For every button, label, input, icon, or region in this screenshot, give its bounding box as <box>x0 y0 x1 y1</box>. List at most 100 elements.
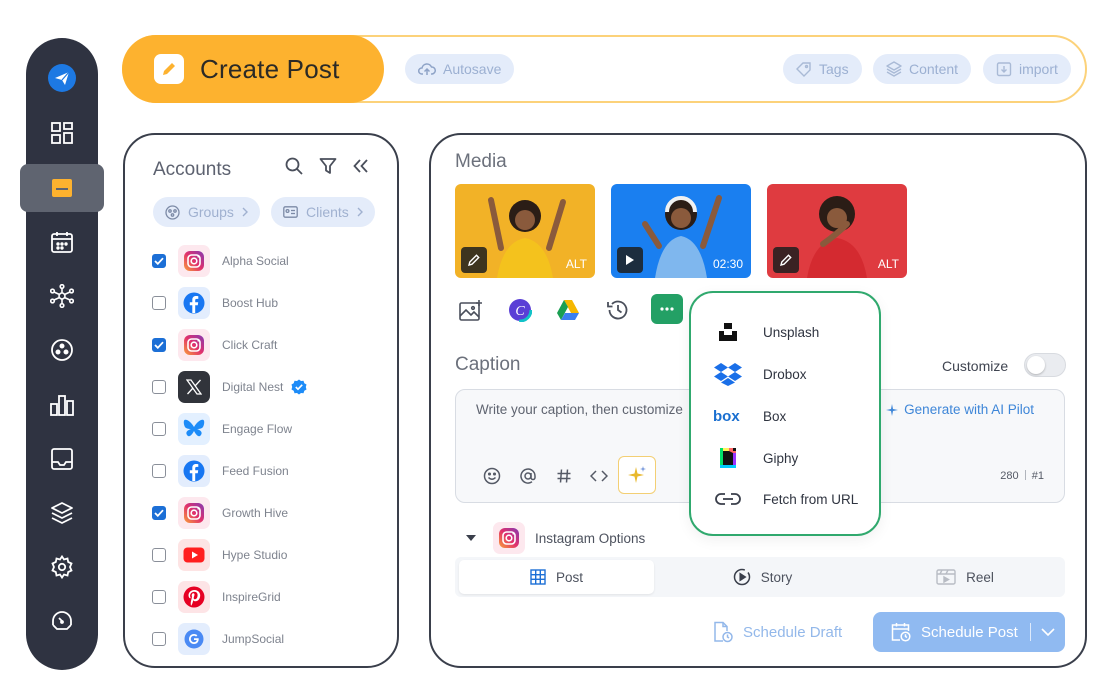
menu-item-label: Fetch from URL <box>763 491 859 507</box>
canva-button[interactable]: C <box>505 295 535 325</box>
account-row[interactable]: Digital Nest <box>152 370 307 404</box>
content-button[interactable]: Content <box>873 54 972 84</box>
edit-media-button[interactable] <box>461 247 487 273</box>
nav-support[interactable] <box>42 601 82 641</box>
account-checkbox[interactable] <box>152 338 166 352</box>
account-checkbox[interactable] <box>152 254 166 268</box>
nav-dashboard[interactable] <box>42 113 82 153</box>
nav-analytics[interactable] <box>42 385 82 425</box>
more-sources-button[interactable] <box>651 294 683 324</box>
account-checkbox[interactable] <box>152 590 166 604</box>
account-checkbox[interactable] <box>152 632 166 646</box>
nav-community[interactable] <box>42 330 82 370</box>
tab-story[interactable]: Story <box>665 560 860 594</box>
account-row[interactable]: Engage Flow <box>152 412 292 446</box>
nav-inbox[interactable] <box>42 439 82 479</box>
nav-layers[interactable] <box>42 493 82 533</box>
svg-text:C: C <box>515 304 525 319</box>
generate-ai-label: Generate with AI Pilot <box>904 402 1034 417</box>
menu-item-dropbox[interactable]: Drobox <box>713 359 807 389</box>
account-row[interactable]: JumpSocial <box>152 622 284 656</box>
post-editor-icon <box>52 179 72 197</box>
clients-filter-pill[interactable]: Clients <box>271 197 375 227</box>
nav-settings[interactable] <box>42 547 82 587</box>
google-drive-button[interactable] <box>553 295 583 325</box>
chevron-right-icon <box>357 207 363 217</box>
tab-reel[interactable]: Reel <box>870 560 1060 594</box>
menu-item-unsplash[interactable]: Unsplash <box>713 317 819 347</box>
schedule-draft-button[interactable]: Schedule Draft <box>713 621 842 643</box>
accounts-panel: Accounts Groups Clients Alpha Social Boos… <box>123 133 399 668</box>
community-dots-icon <box>51 339 73 361</box>
account-checkbox[interactable] <box>152 548 166 562</box>
account-row[interactable]: Growth Hive <box>152 496 288 530</box>
edit-media-button[interactable] <box>773 247 799 273</box>
button-divider <box>1029 623 1031 641</box>
account-checkbox[interactable] <box>152 464 166 478</box>
tab-post[interactable]: Post <box>459 560 654 594</box>
emoji-button[interactable] <box>480 464 504 488</box>
instagram-format-tabs: Post Story Reel <box>455 557 1065 597</box>
bluesky-butterfly-icon <box>178 413 210 445</box>
media-title: Media <box>455 151 507 172</box>
mention-button[interactable] <box>516 464 540 488</box>
chevron-down-icon[interactable] <box>1041 628 1055 636</box>
cloud-upload-icon <box>418 63 436 75</box>
collapse-double-chevron-icon[interactable] <box>353 159 369 173</box>
pencil-edit-icon <box>780 254 792 266</box>
page-title: Create Post <box>200 53 340 84</box>
import-button[interactable]: import <box>983 54 1071 84</box>
tags-button[interactable]: Tags <box>783 54 862 84</box>
create-post-header: Create Post Autosave Tags Content import <box>122 35 1087 103</box>
menu-item-label: Giphy <box>763 450 799 466</box>
account-row[interactable]: InspireGrid <box>152 580 281 614</box>
instagram-options-header[interactable]: Instagram Options <box>465 522 645 554</box>
nav-calendar[interactable] <box>42 222 82 262</box>
generate-ai-link[interactable]: Generate with AI Pilot <box>886 402 1034 417</box>
menu-item-box[interactable]: box Box <box>713 401 786 431</box>
account-row[interactable]: Boost Hub <box>152 286 278 320</box>
search-icon[interactable] <box>285 157 303 175</box>
story-play-icon <box>733 568 750 586</box>
account-checkbox[interactable] <box>152 380 166 394</box>
nav-logo[interactable] <box>42 58 82 98</box>
link-icon <box>713 492 743 506</box>
nav-network[interactable] <box>42 276 82 316</box>
media-thumb-1[interactable]: ALT <box>455 184 595 278</box>
menu-item-fetch-url[interactable]: Fetch from URL <box>713 484 858 514</box>
nav-create-post[interactable] <box>20 164 104 212</box>
schedule-post-button[interactable]: Schedule Post <box>873 612 1065 652</box>
code-button[interactable] <box>587 464 611 488</box>
filter-icon[interactable] <box>319 157 337 175</box>
account-row[interactable]: Feed Fusion <box>152 454 289 488</box>
caret-down-icon[interactable] <box>465 534 477 542</box>
tab-reel-label: Reel <box>966 569 994 585</box>
customize-toggle[interactable] <box>1024 353 1066 377</box>
caption-placeholder: Write your caption, then customize <box>476 402 683 417</box>
autosave-chip[interactable]: Autosave <box>405 54 515 84</box>
hashtag-button[interactable] <box>552 464 576 488</box>
account-row[interactable]: Click Craft <box>152 328 277 362</box>
account-checkbox[interactable] <box>152 506 166 520</box>
account-checkbox[interactable] <box>152 296 166 310</box>
play-video-button[interactable] <box>617 247 643 273</box>
account-checkbox[interactable] <box>152 422 166 436</box>
tab-post-label: Post <box>555 569 583 585</box>
menu-item-giphy[interactable]: Giphy <box>713 443 798 473</box>
account-row[interactable]: Alpha Social <box>152 244 289 278</box>
account-name: Alpha Social <box>222 254 289 268</box>
history-button[interactable] <box>603 295 633 325</box>
facebook-icon <box>178 455 210 487</box>
media-thumb-3[interactable]: ALT <box>767 184 907 278</box>
import-box-icon <box>996 62 1012 77</box>
account-row[interactable]: Hype Studio <box>152 538 287 572</box>
media-thumb-2[interactable]: 02:30 <box>611 184 751 278</box>
dashboard-grid-icon <box>51 122 73 144</box>
canva-icon: C <box>508 298 532 322</box>
content-label: Content <box>909 61 959 77</box>
add-image-button[interactable] <box>456 295 486 325</box>
left-nav-rail <box>20 38 104 670</box>
groups-filter-pill[interactable]: Groups <box>153 197 260 227</box>
ai-assist-button[interactable] <box>618 456 656 494</box>
customize-label: Customize <box>942 358 1009 374</box>
